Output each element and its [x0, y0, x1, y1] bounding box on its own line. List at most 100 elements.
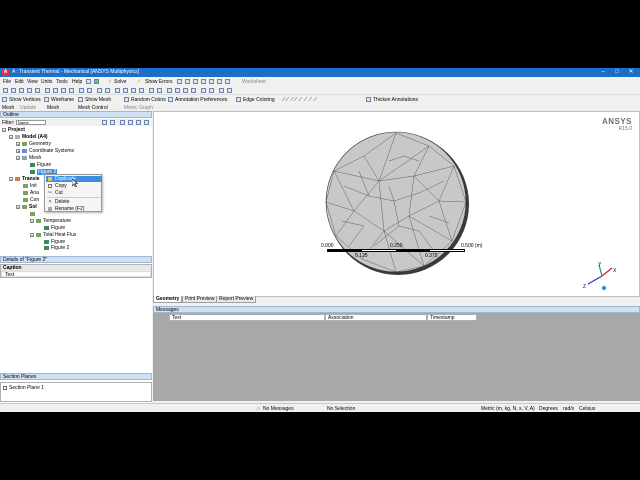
toolbar-icon[interactable]	[209, 88, 214, 93]
close-button[interactable]: ✕	[624, 68, 638, 77]
context-delete[interactable]: ✕ Delete	[46, 199, 102, 205]
toolbar-icon[interactable]	[201, 79, 206, 84]
tree-item-solution[interactable]: − Sol	[16, 204, 37, 210]
new-analysis-icon[interactable]	[94, 79, 99, 84]
minimize-button[interactable]: –	[596, 68, 610, 77]
tree-item-heat-flux-figure-2[interactable]: Figure 2	[44, 245, 69, 251]
toolbar-icon[interactable]	[35, 88, 40, 93]
status-units[interactable]: Metric (m, kg, N, s, V, A)	[481, 406, 535, 412]
maximize-button[interactable]: □	[610, 68, 624, 77]
filter-dropdown[interactable]: Name	[16, 120, 46, 125]
context-rename[interactable]: Rename (F2)	[46, 206, 102, 212]
toolbar-icon[interactable]	[193, 79, 198, 84]
toolbar-icon[interactable]	[69, 88, 74, 93]
toolbar-icon[interactable]	[123, 88, 128, 93]
toolbar-icon[interactable]	[136, 120, 141, 125]
toolbar-icon[interactable]	[139, 88, 144, 93]
toolbar-icon[interactable]	[227, 88, 232, 93]
menu-units[interactable]: Units	[41, 79, 52, 85]
toolbar-icon[interactable]	[201, 88, 206, 93]
solve-button[interactable]: Solve	[114, 79, 127, 85]
tab-geometry[interactable]: Geometry	[153, 296, 183, 303]
toolbar-icon[interactable]	[185, 79, 190, 84]
toolbar-icon[interactable]	[97, 88, 102, 93]
toolbar-icon[interactable]	[183, 88, 188, 93]
toolbar-icon[interactable]	[11, 88, 16, 93]
toolbar-icon[interactable]	[167, 88, 172, 93]
menu-divider	[47, 197, 101, 198]
collapse-icon[interactable]: −	[9, 176, 13, 181]
tree-item-initial[interactable]: Init	[23, 183, 37, 189]
tree-item-temperature-figure[interactable]: Figure	[44, 225, 65, 231]
toolbar-icon[interactable]	[87, 88, 92, 93]
toolbar-icon[interactable]	[79, 88, 84, 93]
toolbar-icon[interactable]	[110, 120, 115, 125]
toolbar-icon[interactable]	[86, 79, 91, 84]
column-timestamp[interactable]: Timestamp	[427, 314, 477, 321]
tree-item-figure[interactable]: Figure	[30, 162, 51, 168]
tree-item-geometry[interactable]: + Geometry	[16, 141, 51, 147]
tree-item-analysis-settings[interactable]: Ana	[23, 190, 39, 196]
expand-icon[interactable]: +	[16, 148, 20, 153]
tab-print-preview[interactable]: Print Preview	[182, 296, 218, 303]
menu-file[interactable]: File	[3, 79, 11, 85]
toolbar-icon[interactable]	[3, 88, 8, 93]
checkbox-icon[interactable]	[3, 385, 7, 390]
toolbar-icon[interactable]	[177, 79, 182, 84]
column-text[interactable]: Text	[169, 314, 325, 321]
toolbar-icon[interactable]	[175, 88, 180, 93]
expand-icon[interactable]: +	[16, 141, 20, 146]
toolbar-icon[interactable]	[225, 79, 230, 84]
toolbar-icon[interactable]	[61, 88, 66, 93]
tree-item-mesh[interactable]: − Mesh	[16, 155, 41, 161]
tree-item-transient[interactable]: − Transie	[9, 176, 40, 182]
status-messages[interactable]: No Messages	[263, 406, 294, 412]
toolbar-icon[interactable]	[149, 88, 154, 93]
status-angle[interactable]: Degrees	[539, 406, 558, 412]
collapse-icon[interactable]: −	[2, 127, 6, 132]
menu-help[interactable]: Help	[72, 79, 82, 85]
caption-text-field[interactable]: Text	[1, 271, 151, 278]
toolbar-icon[interactable]	[209, 79, 214, 84]
status-rate[interactable]: rad/s	[563, 406, 574, 412]
toolbar-icon[interactable]	[217, 79, 222, 84]
worksheet-button[interactable]: Worksheet	[242, 79, 266, 85]
toolbar-icon[interactable]	[105, 88, 110, 93]
toolbar-icon[interactable]	[120, 120, 125, 125]
menu-edit[interactable]: Edit	[15, 79, 24, 85]
tree-item-convection[interactable]: Con	[23, 197, 39, 203]
toolbar-icon[interactable]	[115, 88, 120, 93]
toolbar-icon[interactable]	[102, 120, 107, 125]
tree-item-model[interactable]: − Model (A4)	[9, 134, 48, 140]
collapse-icon[interactable]: −	[30, 218, 34, 223]
graphics-viewport[interactable]: ANSYS R15.0 0.000 0.250 0.500 (m) 0.125 …	[153, 111, 640, 297]
status-temperature[interactable]: Celsius	[579, 406, 595, 412]
toolbar-icon[interactable]	[45, 88, 50, 93]
collapse-icon[interactable]: −	[9, 134, 13, 139]
toolbar-icon[interactable]	[131, 88, 136, 93]
tab-report-preview[interactable]: Report Preview	[216, 296, 257, 303]
toolbar-icon[interactable]	[219, 88, 224, 93]
coordinate-triad-icon[interactable]: X Y Z	[582, 262, 616, 292]
toolbar-icon[interactable]	[27, 88, 32, 93]
toolbar-icon[interactable]	[144, 120, 149, 125]
collapse-icon[interactable]: −	[16, 204, 20, 209]
toolbar-icon[interactable]	[128, 120, 133, 125]
collapse-icon[interactable]: −	[16, 155, 20, 160]
collapse-icon[interactable]: −	[30, 232, 34, 237]
tree-item-total-heat-flux[interactable]: − Total Heat Flux	[30, 232, 76, 238]
menu-tools[interactable]: Tools	[56, 79, 68, 85]
toolbar-icon[interactable]	[19, 88, 24, 93]
section-plane-item[interactable]: Section Plane 1	[3, 385, 44, 391]
toolbar-icon[interactable]	[157, 88, 162, 93]
tree-item-project[interactable]: − Project	[2, 127, 25, 133]
menu-view[interactable]: View	[27, 79, 38, 85]
column-association[interactable]: Association	[325, 314, 427, 321]
toolbar-icon[interactable]	[53, 88, 58, 93]
tree-item-temperature[interactable]: − Temperature	[30, 218, 71, 224]
tree-item-coordinate-systems[interactable]: + Coordinate Systems	[16, 148, 74, 154]
toolbar-icon[interactable]	[191, 88, 196, 93]
context-cut[interactable]: ✂ Cut	[46, 190, 102, 196]
tree-item-solution-information[interactable]	[30, 211, 37, 217]
show-errors-button[interactable]: Show Errors	[145, 79, 173, 85]
